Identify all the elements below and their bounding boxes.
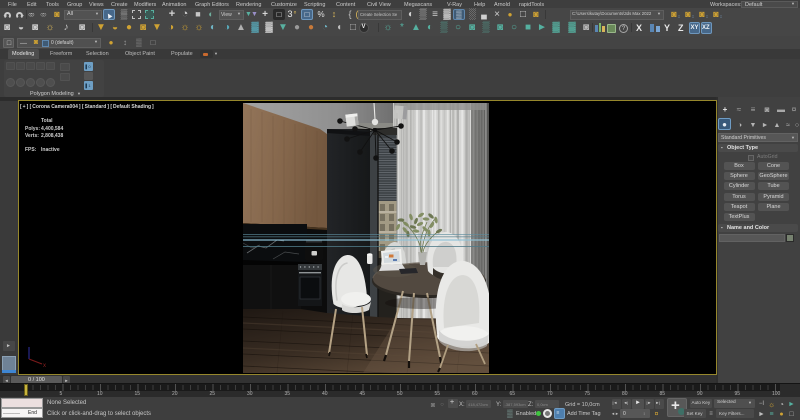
svg-text:x: x (43, 363, 46, 368)
